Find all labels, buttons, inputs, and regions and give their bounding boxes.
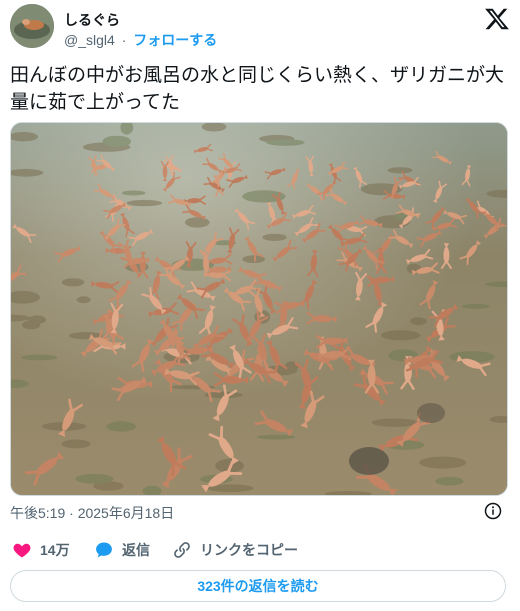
tweet-text: 田んぼの中がお風呂の水と同じくらい熱く、ザリガニが大量に茹で上がってた [10, 65, 505, 113]
like-count: 14万 [40, 542, 70, 558]
reply-button[interactable]: 返信 [94, 538, 150, 562]
speech-bubble-icon [96, 542, 112, 558]
read-replies-button[interactable]: 323件の返信を読む [10, 570, 506, 602]
avatar[interactable] [10, 4, 54, 48]
author-subline: @_slgl4 · フォローする [64, 30, 217, 50]
tweet-actions: 14万 返信 リンクをコピー [10, 538, 510, 562]
author-handle[interactable]: @_slgl4 [64, 32, 115, 48]
copy-link-label: リンクをコピー [200, 542, 298, 558]
reply-label: 返信 [122, 542, 150, 558]
info-icon[interactable] [484, 502, 502, 520]
tweet-timestamp[interactable]: 午後5:19 · 2025年6月18日 [10, 503, 174, 523]
copy-link-button[interactable]: リンクをコピー [172, 538, 298, 562]
tweet-photo[interactable] [10, 122, 508, 496]
heart-icon [13, 543, 31, 558]
x-logo-icon[interactable] [484, 6, 510, 32]
link-icon [174, 542, 190, 558]
like-button[interactable]: 14万 [12, 538, 70, 562]
crayfish-photo [11, 123, 507, 495]
separator-dot: · [121, 32, 127, 48]
author-display-name[interactable]: しるぐら [64, 10, 120, 30]
tweet-header: しるぐら @_slgl4 · フォローする [10, 4, 510, 52]
follow-button[interactable]: フォローする [133, 32, 217, 48]
